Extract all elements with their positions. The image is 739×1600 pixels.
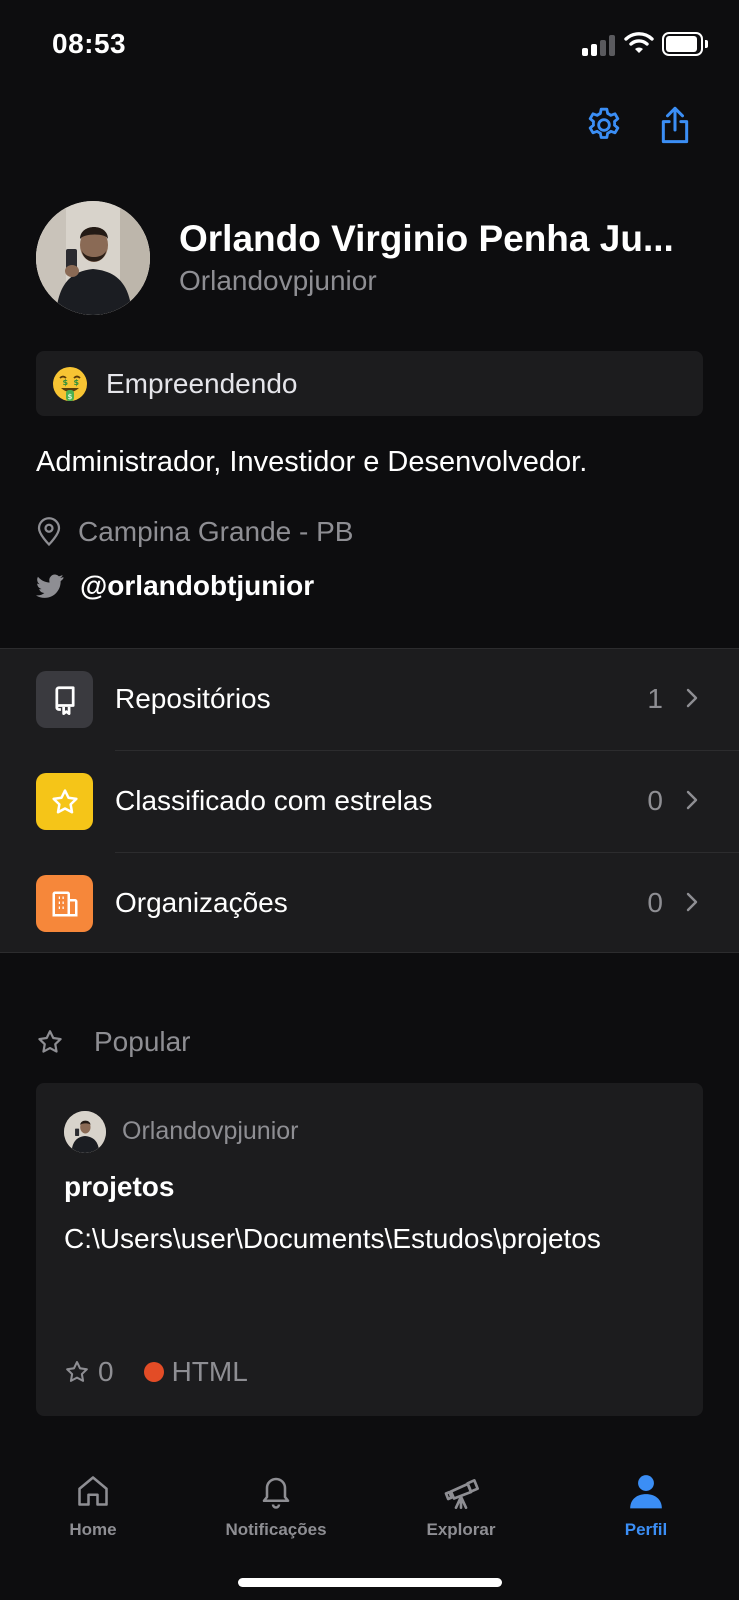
profile-location: Campina Grande - PB <box>36 514 353 550</box>
menu-item-repositories[interactable]: Repositórios 1 <box>0 649 739 750</box>
menu-item-label: Organizações <box>115 887 288 918</box>
profile-bio: Administrador, Investidor e Desenvolvedo… <box>36 446 588 478</box>
status-bar: 08:53 <box>0 0 739 90</box>
repo-star-count: 0 <box>98 1356 114 1387</box>
menu-item-label: Repositórios <box>115 683 271 714</box>
popular-section-header: Popular <box>36 1024 191 1060</box>
profile-twitter-handle: @orlandobtjunior <box>80 570 315 601</box>
star-icon <box>36 773 93 830</box>
tab-label: Notificações <box>225 1520 327 1539</box>
chevron-right-icon <box>686 892 698 912</box>
profile-screen: 08:53 Orlando Virginio Penha Ju... Orlan… <box>0 0 739 1600</box>
profile-menu: Repositórios 1 Classificado com estrelas… <box>0 648 739 953</box>
chevron-right-icon <box>686 688 698 708</box>
tab-label: Explorar <box>426 1520 496 1539</box>
menu-item-label: Classificado com estrelas <box>115 785 433 816</box>
user-status-text: Empreendendo <box>106 368 298 399</box>
tab-label: Home <box>69 1520 117 1539</box>
tab-label: Perfil <box>624 1520 668 1539</box>
tab-profile[interactable]: Perfil <box>576 1466 716 1556</box>
repo-description: C:\Users\user\Documents\Estudos\projetos <box>64 1223 601 1254</box>
bell-icon <box>262 1477 290 1509</box>
avatar <box>36 201 150 315</box>
wifi-icon <box>624 30 654 59</box>
battery-icon <box>662 32 708 56</box>
repo-icon <box>36 671 93 728</box>
cellular-signal-icon <box>582 34 618 56</box>
repo-language: HTML <box>171 1356 248 1387</box>
user-status[interactable]: $ $ $ Empreendendo <box>36 351 703 416</box>
tab-bar: Home Notificações Explorar Perfil <box>0 1446 739 1600</box>
menu-item-organizations[interactable]: Organizações 0 <box>0 853 739 954</box>
repo-owner-name: Orlandovpjunior <box>122 1117 299 1145</box>
profile-twitter-link[interactable]: @orlandobtjunior <box>36 568 314 604</box>
tab-notifications[interactable]: Notificações <box>206 1466 346 1556</box>
twitter-bird-icon <box>36 574 64 598</box>
popular-repo-card[interactable]: Orlandovpjunior projetos C:\Users\user\D… <box>36 1083 703 1416</box>
star-outline-icon <box>66 1361 88 1382</box>
person-icon <box>630 1475 662 1509</box>
menu-item-count: 0 <box>647 887 663 918</box>
repo-owner-avatar <box>64 1111 106 1153</box>
tab-home[interactable]: Home <box>23 1466 163 1556</box>
svg-text:$: $ <box>68 393 73 401</box>
location-pin-icon <box>37 517 61 547</box>
menu-item-starred[interactable]: Classificado com estrelas 0 <box>0 751 739 852</box>
share-button[interactable] <box>652 102 698 148</box>
share-icon <box>661 106 689 144</box>
tab-explore[interactable]: Explorar <box>391 1466 531 1556</box>
star-outline-icon <box>38 1030 62 1053</box>
gear-icon <box>588 107 620 139</box>
telescope-icon <box>444 1479 479 1509</box>
language-color-dot <box>143 1362 164 1382</box>
repo-meta: 0 HTML <box>64 1355 248 1389</box>
svg-text:$: $ <box>74 378 80 387</box>
organization-icon <box>36 875 93 932</box>
home-icon <box>78 1476 108 1506</box>
profile-username: Orlandovpjunior <box>179 265 377 296</box>
svg-text:$: $ <box>63 378 69 387</box>
home-indicator[interactable] <box>238 1578 502 1587</box>
chevron-right-icon <box>686 790 698 810</box>
money-mouth-face-icon: $ $ $ <box>53 367 87 401</box>
profile-display-name: Orlando Virginio Penha Ju... <box>179 218 674 259</box>
status-time: 08:53 <box>52 28 127 59</box>
menu-item-count: 0 <box>647 785 663 816</box>
repo-name: projetos <box>64 1171 175 1202</box>
popular-section-title: Popular <box>94 1026 191 1057</box>
menu-item-count: 1 <box>647 683 663 714</box>
settings-button[interactable] <box>581 102 627 148</box>
profile-location-text: Campina Grande - PB <box>78 516 354 547</box>
